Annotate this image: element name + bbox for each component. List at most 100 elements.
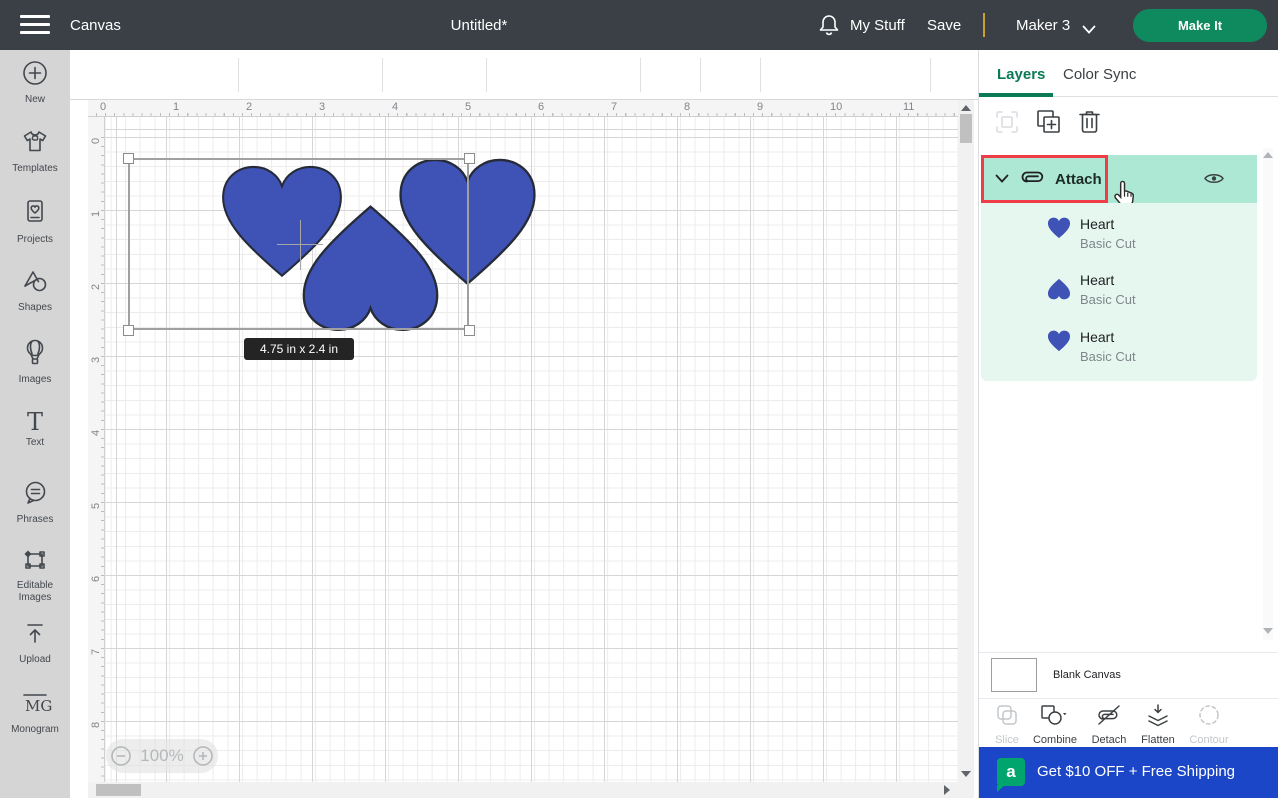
scroll-right-arrow[interactable]	[944, 785, 950, 795]
top-nav: Canvas Untitled* My Stuff Save Maker 3 M…	[0, 0, 1278, 50]
chevron-down-icon[interactable]	[995, 170, 1009, 188]
group-name: Attach	[1055, 171, 1102, 188]
attach-paperclip-icon	[1019, 168, 1047, 191]
blank-canvas-row: Blank Canvas	[979, 652, 1278, 698]
ruler-number: 1	[173, 101, 179, 113]
active-tab-underline	[979, 93, 1053, 97]
vertical-scrollbar-thumb[interactable]	[960, 114, 972, 143]
left-sidebar: New Templates Projects Shapes Images T T…	[0, 50, 70, 798]
layer-row-heart-2[interactable]: Heart Basic Cut	[981, 263, 1257, 319]
ruler-number: 6	[90, 576, 102, 582]
upload-icon	[22, 633, 48, 650]
project-card-icon	[22, 213, 48, 230]
ruler-number: 5	[465, 101, 471, 113]
ruler-number: 4	[90, 430, 102, 436]
selection-handle-top-right[interactable]	[464, 153, 475, 164]
sidebar-item-new[interactable]: New	[0, 60, 70, 106]
toolbar-divider	[486, 58, 487, 92]
document-title[interactable]: Untitled*	[0, 17, 958, 34]
contour-icon	[1197, 714, 1221, 731]
horizontal-scrollbar[interactable]	[88, 782, 958, 798]
sidebar-item-monogram[interactable]: MG Monogram	[0, 690, 70, 736]
ruler-number: 7	[90, 649, 102, 655]
machine-selector[interactable]: Maker 3	[1016, 17, 1070, 34]
zoom-control: 100%	[106, 739, 218, 773]
sidebar-item-images[interactable]: Images	[0, 338, 70, 386]
sidebar-item-shapes[interactable]: Shapes	[0, 268, 70, 314]
layer-row-heart-3[interactable]: Heart Basic Cut	[981, 320, 1257, 376]
flatten-button[interactable]: Flatten	[1132, 703, 1184, 746]
selection-handle-bottom-left[interactable]	[123, 325, 134, 336]
toolbar-divider	[238, 58, 239, 92]
sidebar-item-upload[interactable]: Upload	[0, 620, 70, 666]
layer-row-heart-1[interactable]: Heart Basic Cut	[981, 207, 1257, 263]
tshirt-icon	[21, 142, 49, 159]
svg-text:MG: MG	[25, 697, 52, 715]
tab-layers[interactable]: Layers	[997, 66, 1045, 83]
sidebar-item-phrases[interactable]: Phrases	[0, 480, 70, 526]
edit-toolbar: Operation Basic Cut Deselect Edit Align …	[70, 50, 978, 100]
layer-actions-row: Slice Combine Detach Flatten Contour	[979, 698, 1278, 746]
ruler-number: 8	[684, 101, 690, 113]
design-canvas[interactable]: 01234567891011 0123456789 4.75 in x 2.4 …	[70, 100, 978, 798]
toolbar-divider	[700, 58, 701, 92]
visibility-eye-icon[interactable]	[1203, 171, 1225, 191]
combine-icon	[1039, 714, 1071, 731]
layers-scrollbar[interactable]	[1263, 148, 1273, 640]
my-stuff-link[interactable]: My Stuff	[850, 17, 905, 34]
ruler-number: 9	[757, 101, 763, 113]
zoom-out-icon[interactable]	[110, 745, 132, 767]
vertical-scrollbar[interactable]	[958, 100, 974, 782]
layer-group-children: Heart Basic Cut Heart Basic Cut Heart Ba…	[981, 203, 1257, 381]
layer-group-attach[interactable]: Attach	[981, 155, 1257, 203]
heart-layer-icon-rotated	[1047, 273, 1071, 300]
sidebar-item-editable-images[interactable]: Editable Images	[0, 546, 70, 604]
scroll-up-arrow[interactable]	[961, 105, 971, 111]
monogram-icon: MG	[18, 703, 52, 720]
notifications-bell-icon[interactable]	[818, 13, 840, 42]
canvas-color-swatch[interactable]	[991, 658, 1037, 692]
duplicate-icon[interactable]	[1035, 108, 1062, 140]
sidebar-item-projects[interactable]: Projects	[0, 198, 70, 246]
panel-tabs: Layers Color Sync	[979, 50, 1278, 97]
delete-icon[interactable]	[1077, 108, 1102, 140]
tab-color-sync[interactable]: Color Sync	[1063, 66, 1136, 83]
selection-handle-bottom-right[interactable]	[464, 325, 475, 336]
ruler-number: 0	[90, 138, 102, 144]
make-it-button[interactable]: Make It	[1133, 9, 1267, 42]
scrollbar-corner	[958, 782, 974, 798]
selection-center-crosshair	[300, 220, 301, 270]
toolbar-divider	[930, 58, 931, 92]
scroll-down-arrow[interactable]	[961, 771, 971, 777]
group-icon[interactable]	[994, 109, 1020, 140]
heart-layer-icon	[1047, 217, 1071, 244]
nav-divider	[983, 13, 985, 37]
promo-text: Get $10 OFF + Free Shipping	[1037, 763, 1235, 780]
flatten-icon	[1146, 714, 1170, 731]
scroll-up-arrow[interactable]	[1263, 152, 1273, 158]
contour-button[interactable]: Contour	[1183, 703, 1235, 746]
ruler-number: 2	[90, 284, 102, 290]
zoom-in-icon[interactable]	[192, 745, 214, 767]
toolbar-divider	[760, 58, 761, 92]
sidebar-item-text[interactable]: T Text	[0, 410, 70, 449]
selection-handle-top-left[interactable]	[123, 153, 134, 164]
sidebar-item-templates[interactable]: Templates	[0, 128, 70, 175]
ruler-number: 3	[319, 101, 325, 113]
ruler-number: 2	[246, 101, 252, 113]
balloon-icon	[22, 353, 48, 370]
detach-button[interactable]: Detach	[1083, 703, 1135, 746]
save-link[interactable]: Save	[927, 17, 961, 34]
ruler-number: 7	[611, 101, 617, 113]
ruler-number: 4	[392, 101, 398, 113]
ruler-number: 0	[100, 101, 106, 113]
slice-button[interactable]: Slice	[981, 703, 1033, 746]
scroll-down-arrow[interactable]	[1263, 628, 1273, 634]
chevron-down-icon[interactable]	[1082, 21, 1096, 39]
ruler-number: 8	[90, 722, 102, 728]
ruler-number: 3	[90, 357, 102, 363]
promo-banner[interactable]: a Get $10 OFF + Free Shipping	[979, 747, 1278, 798]
horizontal-scrollbar-thumb[interactable]	[96, 784, 141, 796]
ruler-vertical: 0123456789	[88, 117, 105, 782]
combine-button[interactable]: Combine	[1029, 703, 1081, 746]
